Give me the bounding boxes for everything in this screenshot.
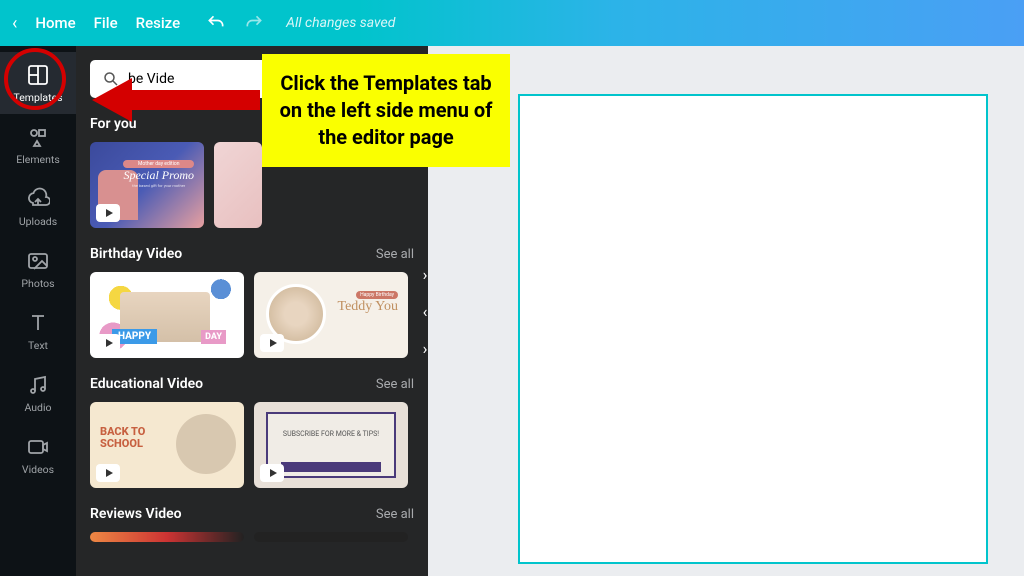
history-controls [206, 13, 264, 33]
sidebar-item-elements[interactable]: Elements [0, 114, 76, 176]
sidebar-label: Templates [13, 91, 62, 104]
sidebar-label: Videos [22, 463, 54, 476]
save-status: All changes saved [286, 15, 395, 31]
search-icon [102, 70, 120, 88]
template-thumb[interactable]: Happy Birthday Teddy You [254, 272, 408, 358]
photos-icon [26, 249, 50, 273]
resize-menu[interactable]: Resize [136, 14, 180, 32]
topbar: ‹ Home File Resize All changes saved [0, 0, 1024, 46]
play-icon [96, 464, 120, 482]
sidebar-label: Elements [16, 153, 60, 166]
play-icon [260, 464, 284, 482]
template-thumb[interactable] [254, 532, 408, 542]
undo-icon[interactable] [206, 13, 226, 33]
panel-collapse-handle[interactable]: › ‹ › [416, 276, 428, 346]
play-icon [96, 334, 120, 352]
back-button[interactable]: ‹ [12, 13, 17, 34]
uploads-icon [26, 187, 50, 211]
home-link[interactable]: Home [35, 14, 75, 32]
sidebar-item-uploads[interactable]: Uploads [0, 176, 76, 238]
section-title: Birthday Video [90, 246, 182, 262]
play-icon [96, 204, 120, 222]
sidebar-item-templates[interactable]: Templates [0, 52, 76, 114]
file-menu[interactable]: File [94, 14, 118, 32]
chevron-right-icon: › [423, 265, 428, 284]
search-input[interactable] [128, 71, 258, 87]
section-title: Educational Video [90, 376, 203, 392]
chevron-right-icon: › [423, 339, 428, 358]
see-all-link[interactable]: See all [376, 247, 414, 262]
see-all-link[interactable]: See all [376, 507, 414, 522]
sidebar-item-videos[interactable]: Videos [0, 424, 76, 486]
section-reviews: Reviews Video See all [90, 506, 414, 542]
design-canvas[interactable] [518, 94, 988, 564]
section-educational: Educational Video See all BACK TOSCHOOL … [90, 376, 414, 488]
sidebar-item-photos[interactable]: Photos [0, 238, 76, 300]
template-thumb[interactable] [214, 142, 262, 228]
template-thumb[interactable]: BACK TOSCHOOL [90, 402, 244, 488]
sidebar-item-text[interactable]: Text [0, 300, 76, 362]
template-thumb[interactable] [90, 532, 244, 542]
template-thumb[interactable]: SUBSCRIBE FOR MORE & TIPS! [254, 402, 408, 488]
section-title: Reviews Video [90, 506, 182, 522]
elements-icon [26, 125, 50, 149]
section-title: For you [90, 116, 137, 132]
chevron-left-icon: ‹ [423, 302, 428, 321]
audio-icon [26, 373, 50, 397]
sidebar-item-audio[interactable]: Audio [0, 362, 76, 424]
sidebar-label: Uploads [19, 215, 57, 228]
main: Templates Elements Uploads Photos Text A… [0, 46, 1024, 576]
topbar-left: ‹ Home File Resize All changes saved [12, 13, 395, 34]
side-menu: Templates Elements Uploads Photos Text A… [0, 46, 76, 576]
templates-icon [26, 63, 50, 87]
text-icon [26, 311, 50, 335]
instruction-callout: Click the Templates tab on the left side… [262, 54, 510, 167]
sidebar-label: Audio [24, 401, 51, 414]
redo-icon[interactable] [244, 13, 264, 33]
videos-icon [26, 435, 50, 459]
template-thumb[interactable]: Mother day edition Special Promo the bas… [90, 142, 204, 228]
sidebar-label: Text [28, 339, 48, 352]
template-thumb[interactable]: HAPPY DAY [90, 272, 244, 358]
sidebar-label: Photos [21, 277, 54, 290]
see-all-link[interactable]: See all [376, 377, 414, 392]
search-bar[interactable] [90, 60, 270, 98]
play-icon [260, 334, 284, 352]
section-birthday: Birthday Video See all HAPPY DAY Happy B… [90, 246, 414, 358]
canvas-area [428, 46, 1024, 576]
